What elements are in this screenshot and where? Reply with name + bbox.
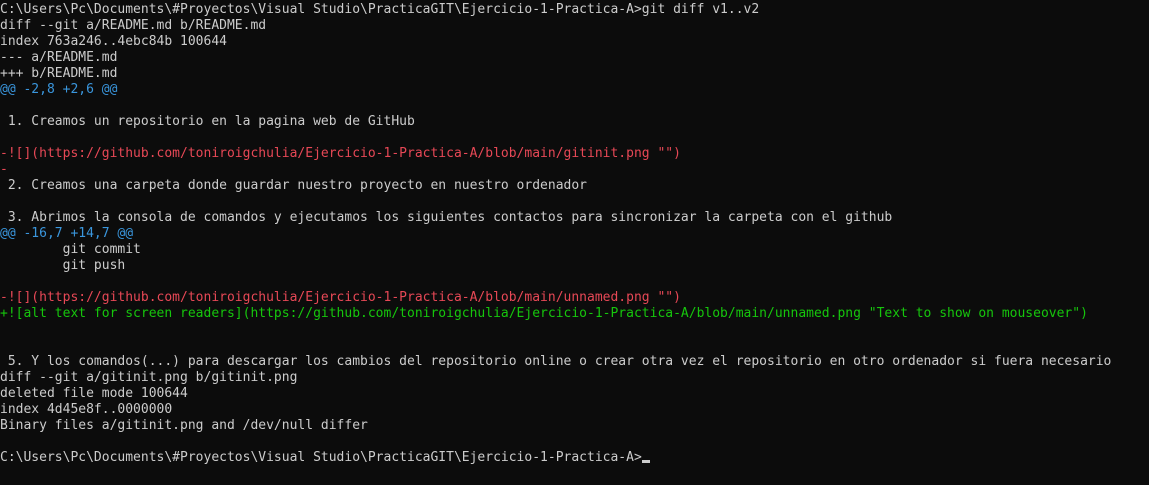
- terminal-line: index 4d45e8f..0000000: [0, 402, 173, 417]
- terminal-line: deleted file mode 100644: [0, 386, 188, 401]
- text-cursor: [641, 460, 650, 463]
- terminal-line: Binary files a/gitinit.png and /dev/null…: [0, 418, 368, 433]
- terminal-line: --- a/README.md: [0, 50, 118, 65]
- prompt-text: C:\Users\Pc\Documents\#Proyectos\Visual …: [0, 450, 642, 465]
- terminal-line: C:\Users\Pc\Documents\#Proyectos\Visual …: [0, 2, 760, 17]
- terminal-line: diff --git a/gitinit.png b/gitinit.png: [0, 370, 298, 385]
- terminal-line: +++ b/README.md: [0, 66, 118, 81]
- terminal-line: 3. Abrimos la consola de comandos y ejec…: [0, 210, 893, 225]
- terminal-line: git commit: [0, 242, 141, 257]
- terminal-line: @@ -16,7 +14,7 @@: [0, 226, 134, 241]
- terminal-line: -: [0, 162, 8, 177]
- prompt-line[interactable]: C:\Users\Pc\Documents\#Proyectos\Visual …: [0, 450, 1149, 466]
- terminal-output[interactable]: C:\Users\Pc\Documents\#Proyectos\Visual …: [0, 2, 1149, 485]
- terminal-line: @@ -2,8 +2,6 @@: [0, 82, 118, 97]
- terminal-line: -![](https://github.com/toniroigchulia/E…: [0, 146, 681, 161]
- terminal-line: 5. Y los comandos(...) para descargar lo…: [0, 354, 1112, 369]
- terminal-lines: C:\Users\Pc\Documents\#Proyectos\Visual …: [0, 2, 1149, 450]
- terminal-line: index 763a246..4ebc84b 100644: [0, 34, 227, 49]
- terminal-line: 1. Creamos un repositorio en la pagina w…: [0, 114, 415, 129]
- terminal-line: diff --git a/README.md b/README.md: [0, 18, 267, 33]
- terminal-line: git push: [0, 258, 126, 273]
- terminal-line: -![](https://github.com/toniroigchulia/E…: [0, 290, 681, 305]
- terminal-line: 2. Creamos una carpeta donde guardar nue…: [0, 178, 587, 193]
- terminal-line: +![alt text for screen readers](https://…: [0, 306, 1088, 321]
